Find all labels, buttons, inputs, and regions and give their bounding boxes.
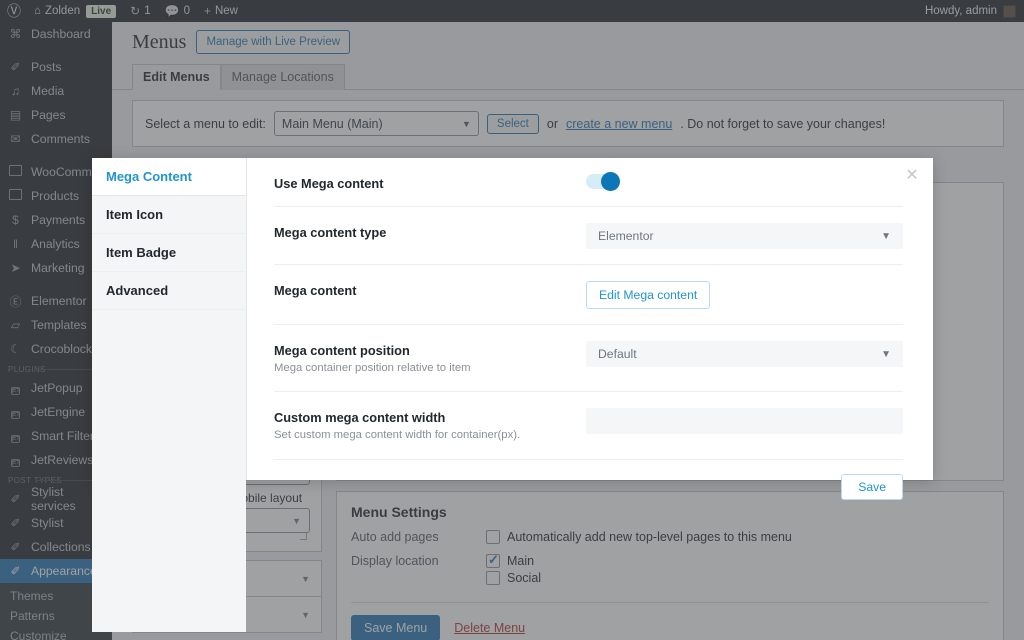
use-mega-content-toggle[interactable] [586,172,620,191]
chevron-down-icon: ▼ [881,230,891,242]
modal-nav: Mega Content Item Icon Item Badge Advanc… [92,158,247,632]
mega-content-position-select[interactable]: Default ▼ [586,341,903,367]
modal-body: ✕ Use Mega content Mega content type Ele… [247,158,933,500]
field-use-mega-content-control [586,172,903,191]
field-use-mega-content: Use Mega content [274,158,903,207]
field-mega-content-label-wrap: Mega content [274,281,586,298]
field-mega-content-type-control: Elementor ▼ [586,223,903,249]
field-mega-content-position-desc: Mega container position relative to item [274,362,471,374]
field-custom-mega-width-control [586,408,903,435]
field-custom-mega-width-label-wrap: Custom mega content width Set custom meg… [274,408,586,443]
mega-content-type-select[interactable]: Elementor ▼ [586,223,903,249]
chevron-down-icon: ▼ [881,348,891,360]
field-mega-content-type: Mega content type Elementor ▼ [274,207,903,265]
field-mega-content-position-control: Default ▼ [586,341,903,367]
field-mega-content-position-label: Mega content position [274,343,410,358]
field-custom-mega-width-desc: Set custom mega content width for contai… [274,429,521,442]
field-custom-mega-width: Custom mega content width Set custom meg… [274,392,903,460]
mega-content-modal: Mega Content Item Icon Item Badge Advanc… [92,158,933,632]
modal-footer: Save [274,460,903,500]
custom-mega-width-input[interactable] [586,408,903,435]
modal-save-button[interactable]: Save [841,473,903,500]
modal-nav-filler [92,310,246,632]
mega-content-position-value: Default [598,347,637,361]
modal-tab-item-badge[interactable]: Item Badge [92,234,246,272]
field-mega-content-position-label-wrap: Mega content position Mega container pos… [274,341,586,376]
mega-content-type-value: Elementor [598,229,654,243]
field-mega-content: Mega content Edit Mega content [274,265,903,325]
field-mega-content-position: Mega content position Mega container pos… [274,325,903,393]
field-mega-content-control: Edit Mega content [586,281,903,309]
close-icon[interactable]: ✕ [903,168,921,186]
modal-tab-item-icon[interactable]: Item Icon [92,196,246,234]
modal-tab-mega-content[interactable]: Mega Content [92,158,246,196]
modal-tab-advanced[interactable]: Advanced [92,272,246,310]
screen: Ⓥ ⌂ Zolden Live ↻ 1 💬 0 + New Howdy, adm… [0,0,1024,640]
field-mega-content-type-label: Mega content type [274,225,387,240]
field-mega-content-type-label-wrap: Mega content type [274,223,586,240]
field-use-mega-content-label: Use Mega content [274,176,384,191]
field-mega-content-label: Mega content [274,283,357,298]
field-use-mega-content-label-wrap: Use Mega content [274,174,586,191]
field-custom-mega-width-label: Custom mega content width [274,410,446,426]
edit-mega-content-button[interactable]: Edit Mega content [586,281,711,309]
toggle-knob [601,172,620,191]
